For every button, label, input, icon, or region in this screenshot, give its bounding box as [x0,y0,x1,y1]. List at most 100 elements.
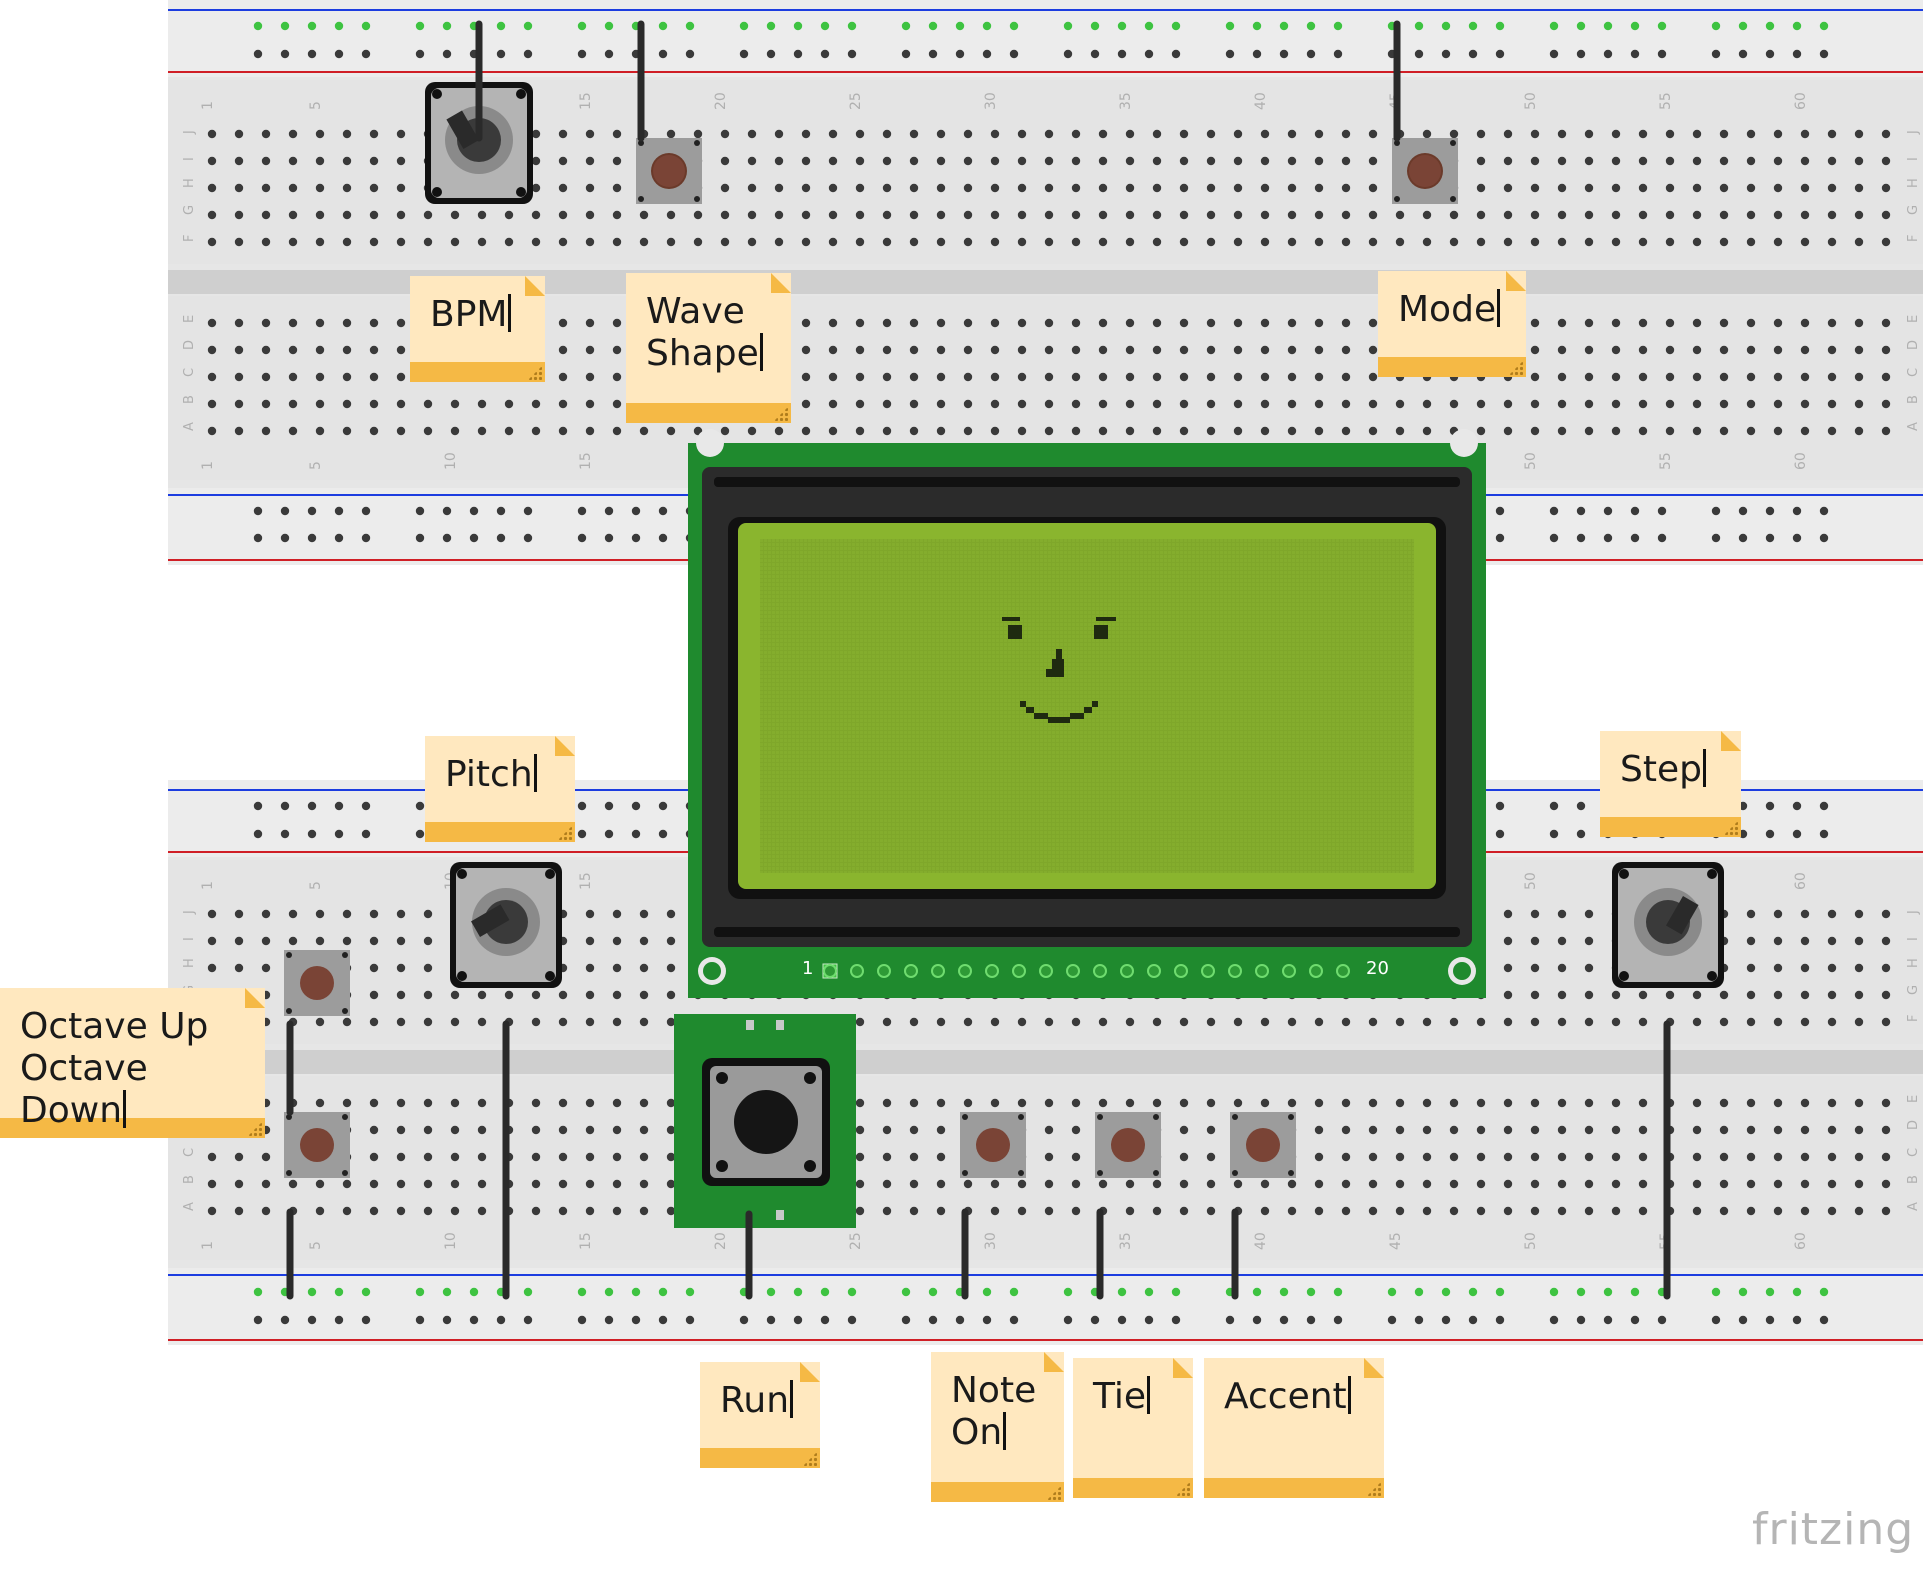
breadboard-hole [1287,345,1297,355]
breadboard-hole [307,533,317,543]
breadboard-hole [342,1179,352,1189]
column-number-label: 60 [1793,452,1809,470]
breadboard-hole [315,237,325,247]
breadboard-hole [1287,426,1297,436]
breadboard-hole [1773,237,1783,247]
breadboard-hole [1549,801,1559,811]
breadboard-hole [1368,426,1378,436]
breadboard-hole [1098,426,1108,436]
breadboard-hole [666,210,676,220]
breadboard-hole [261,372,271,382]
breadboard-hole [1638,399,1648,409]
note-step[interactable]: Step [1600,731,1741,837]
breadboard-hole [1449,237,1459,247]
breadboard-hole [558,1017,568,1027]
breadboard-hole [1017,399,1027,409]
breadboard-hole [369,318,379,328]
breadboard-hole [1854,909,1864,919]
breadboard-hole [1854,1125,1864,1135]
breadboard-hole [747,237,757,247]
breadboard-hole [928,21,938,31]
pushbutton-wave-shape[interactable] [636,138,702,204]
breadboard-hole [990,318,1000,328]
breadboard-hole [612,237,622,247]
pushbutton-run[interactable] [674,1014,856,1228]
breadboard-hole [1368,372,1378,382]
breadboard-hole [1009,49,1019,59]
breadboard-hole [369,183,379,193]
breadboard-hole [1881,345,1891,355]
breadboard-hole [1206,183,1216,193]
row-letter-label: D [1906,1120,1921,1130]
pushbutton-octave-down[interactable] [284,1112,350,1178]
breadboard-hole [1827,1098,1837,1108]
breadboard-hole [1395,210,1405,220]
lcd-pin-label-last: 20 [1366,958,1389,979]
breadboard-hole [639,1179,649,1189]
breadboard-hole [1854,1098,1864,1108]
note-tie[interactable]: Tie [1073,1358,1193,1498]
breadboard-hole [936,129,946,139]
breadboard-hole [1422,1206,1432,1216]
breadboard-hole [1584,1125,1594,1135]
breadboard-hole [315,1098,325,1108]
breadboard-hole [1719,372,1729,382]
breadboard-hole [1773,963,1783,973]
note-wave-shape[interactable]: Wave Shape [626,273,791,423]
breadboard-hole [315,129,325,139]
note-bpm[interactable]: BPM [410,276,545,382]
breadboard-hole [604,1287,614,1297]
breadboard-hole [1368,1098,1378,1108]
breadboard-hole [1765,1287,1775,1297]
breadboard-hole [288,936,298,946]
note-accent[interactable]: Accent [1204,1358,1384,1498]
pushbutton-mode[interactable] [1392,138,1458,204]
pushbutton-tie[interactable] [1095,1112,1161,1178]
breadboard-hole [496,506,506,516]
breadboard-hole [1017,1206,1027,1216]
breadboard-hole [1260,156,1270,166]
breadboard-hole [396,426,406,436]
breadboard-hole [1765,49,1775,59]
potentiometer-step[interactable] [1612,862,1724,988]
breadboard-hole [369,936,379,946]
note-pitch[interactable]: Pitch [425,736,575,842]
pushbutton-accent[interactable] [1230,1112,1296,1178]
breadboard-hole [307,1287,317,1297]
breadboard-hole [604,21,614,31]
note-octave[interactable]: Octave Up Octave Down [0,988,265,1138]
breadboard-hole [1414,1287,1424,1297]
breadboard-hole [1881,1098,1891,1108]
potentiometer-pitch[interactable] [450,862,562,988]
note-mode[interactable]: Mode [1378,271,1526,377]
breadboard-hole [1773,372,1783,382]
breadboard-hole [1098,318,1108,328]
pushbutton-note-on[interactable] [960,1112,1026,1178]
breadboard-hole [585,1017,595,1027]
breadboard-hole [1098,210,1108,220]
pushbutton-octave-up[interactable] [284,950,350,1016]
breadboard-hole [658,801,668,811]
breadboard-hole [469,1287,479,1297]
breadboard-hole [469,1315,479,1325]
breadboard-hole [1341,183,1351,193]
breadboard-hole [882,318,892,328]
breadboard-hole [1252,21,1262,31]
breadboard-hole [1665,399,1675,409]
breadboard-hole [666,1179,676,1189]
note-run[interactable]: Run [700,1362,820,1468]
column-number-label: 15 [578,452,594,470]
breadboard-hole [1603,533,1613,543]
breadboard-hole [1449,129,1459,139]
breadboard-hole [1503,129,1513,139]
breadboard-hole [234,156,244,166]
breadboard-hole [882,372,892,382]
note-note-on[interactable]: Note On [931,1352,1064,1502]
breadboard-hole [1125,1179,1135,1189]
breadboard-hole [909,345,919,355]
breadboard-hole [1125,399,1135,409]
breadboard-hole [342,936,352,946]
breadboard-hole [1773,156,1783,166]
breadboard-hole [909,1125,919,1135]
column-number-label: 50 [1523,92,1539,110]
